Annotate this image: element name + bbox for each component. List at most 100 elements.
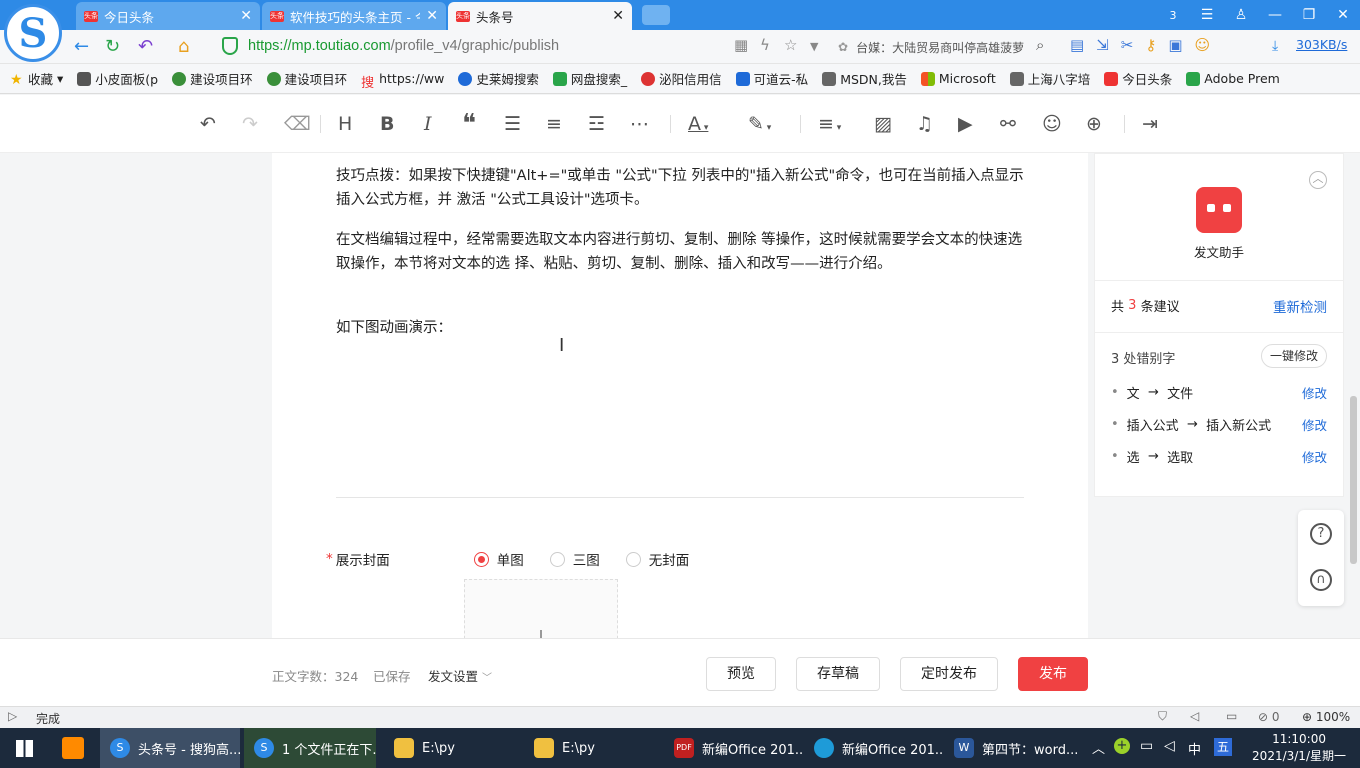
publish-settings-dropdown[interactable]: 发文设置 ﹀ [428, 666, 492, 685]
scissors-icon[interactable]: ✂ [1121, 36, 1134, 54]
music-icon[interactable]: ♫ [916, 112, 933, 136]
zoom-control[interactable]: ⊕ 100% [1302, 710, 1350, 724]
skin-icon[interactable]: ♙ [1224, 7, 1258, 23]
heading-icon[interactable]: H [338, 112, 352, 136]
network-icon[interactable]: ▭ [1140, 738, 1153, 754]
divider-icon[interactable]: ☲ [588, 112, 605, 136]
page-scrollbar[interactable] [1350, 396, 1357, 564]
refresh-icon[interactable]: ↻ [105, 36, 120, 57]
fix-item-button[interactable]: 修改 [1302, 447, 1327, 466]
ime-mode[interactable]: 中 [1188, 739, 1201, 758]
cover-option-single[interactable]: 单图 [473, 549, 524, 569]
article-editor[interactable]: 技巧点拨：如果按下快捷键"Alt+="或单击 "公式"下拉 列表中的"插入新公式… [272, 153, 1088, 638]
download-icon[interactable]: ⤓ [1272, 38, 1278, 54]
windows-start-icon[interactable] [16, 740, 33, 757]
taskbar-item-download[interactable]: S1 个文件正在下... [244, 728, 376, 768]
taskbar-item-word[interactable]: W 第四节：word... [944, 728, 1084, 768]
image-icon[interactable]: ▨ [874, 112, 892, 136]
help-icon[interactable]: ? [1310, 523, 1332, 545]
play-icon[interactable]: ▷ [8, 709, 17, 723]
close-window-icon[interactable]: ✕ [1326, 7, 1360, 23]
url-field[interactable]: https://mp.toutiao.com/profile_v4/graphi… [248, 38, 559, 54]
video-icon[interactable]: ▶ [958, 112, 973, 136]
window-icon[interactable]: ▣ [1168, 36, 1182, 54]
import-doc-icon[interactable]: ⇥ [1142, 112, 1158, 136]
search-box[interactable]: ✿ 台媒：大陆贸易商叫停高雄菠萝 [838, 34, 1058, 60]
calendar-icon[interactable]: ▤ [1070, 36, 1084, 54]
article-paragraph-3[interactable]: 如下图动画演示： [336, 317, 1024, 341]
sublime-text-icon[interactable] [62, 737, 84, 759]
bullet-list-icon[interactable]: ☰ [504, 112, 521, 136]
close-icon[interactable]: ✕ [240, 8, 252, 24]
lightning-icon[interactable]: ϟ [760, 36, 770, 54]
download-import-icon[interactable]: ⇲ [1096, 36, 1109, 54]
bookmark-item[interactable]: 小皮面板(p [77, 69, 158, 88]
smile-icon[interactable]: ☺ [1195, 36, 1211, 54]
highlight-icon[interactable]: ✎ ▾ [748, 112, 771, 140]
bookmark-item[interactable]: Adobe Prem [1186, 71, 1280, 86]
article-paragraph-2[interactable]: 在文档编辑过程中，经常需要选取文本内容进行剪切、复制、删除 等操作，这时候就需要… [336, 229, 1024, 276]
ime-wubi-icon[interactable]: 五 [1214, 738, 1232, 756]
publish-button[interactable]: 发布 [1018, 657, 1088, 691]
emoji-icon[interactable]: ☺ [1042, 112, 1062, 136]
taskbar-item-pdf[interactable]: PDF 新编Office 201... [664, 728, 804, 768]
link-icon[interactable]: ⚯ [1000, 112, 1016, 136]
quote-icon[interactable]: ❝ [462, 111, 476, 137]
cover-upload-box[interactable] [464, 579, 618, 638]
close-icon[interactable]: ✕ [426, 8, 438, 24]
eraser-icon[interactable]: ⌫ [284, 112, 311, 136]
volume-icon[interactable]: ◁ [1190, 709, 1199, 723]
font-color-icon[interactable]: A ▾ [688, 112, 708, 140]
close-icon[interactable]: ✕ [612, 8, 624, 24]
fix-item-button[interactable]: 修改 [1302, 415, 1327, 434]
bookmark-item[interactable]: 网盘搜索_ [552, 69, 627, 88]
apps-grid-icon[interactable]: ▦ [734, 36, 748, 54]
bookmark-item[interactable]: 建设项目环 [266, 69, 347, 88]
bookmark-item[interactable]: 上海八字培 [1009, 69, 1090, 88]
taskbar-item-folder[interactable]: E:\py [384, 728, 524, 768]
bookmark-item[interactable]: 可道云-私 [735, 69, 808, 88]
home-icon[interactable]: ⌂ [178, 36, 189, 57]
bold-icon[interactable]: B [380, 112, 394, 136]
save-draft-button[interactable]: 存草稿 [796, 657, 880, 691]
tab-profile[interactable]: 头条 软件技巧的头条主页 - 今 ✕ [262, 2, 446, 30]
cover-option-none[interactable]: 无封面 [625, 549, 689, 569]
article-paragraph-1[interactable]: 技巧点拨：如果按下快捷键"Alt+="或单击 "公式"下拉 列表中的"插入新公式… [336, 165, 1024, 212]
tray-add-icon[interactable]: + [1114, 738, 1130, 754]
bookmark-item[interactable]: 搜 https://ww [361, 71, 444, 91]
insert-card-icon[interactable]: ⊕ [1086, 112, 1102, 136]
search-icon[interactable]: ⌕ [1036, 36, 1044, 54]
more-icon[interactable]: ⋯ [630, 112, 649, 136]
bookmark-item[interactable]: Microsoft [920, 71, 996, 86]
bookmark-item[interactable]: 泌阳信用信 [641, 69, 722, 88]
preview-button[interactable]: 预览 [706, 657, 776, 691]
tab-toutiao-home[interactable]: 头条 今日头条 ✕ [76, 2, 260, 30]
align-icon[interactable]: ≡ ▾ [818, 112, 841, 140]
bookmark-favorites[interactable]: ★ 收藏 ▾ [10, 69, 63, 88]
fix-item-button[interactable]: 修改 [1302, 383, 1327, 402]
bookmark-item[interactable]: MSDN,我告 [822, 69, 907, 88]
chevron-down-icon[interactable]: ▼ [810, 40, 818, 53]
minimize-icon[interactable]: — [1258, 7, 1292, 23]
numbered-list-icon[interactable]: ≡ [546, 112, 562, 136]
tab-toutiao-publish[interactable]: 头条 头条号 ✕ [448, 2, 632, 30]
system-clock[interactable]: 11:10:00 2021/3/1/星期一 [1252, 731, 1346, 765]
taskbar-item-edge[interactable]: 新编Office 201... [804, 728, 944, 768]
italic-icon[interactable]: I [424, 112, 432, 136]
back-icon[interactable]: ← [74, 36, 89, 57]
fix-all-button[interactable]: 一键修改 [1260, 344, 1327, 368]
taskbar-item-browser[interactable]: S 头条号 - 搜狗高... [100, 728, 240, 768]
tray-chevron-up-icon[interactable]: ︿ [1092, 738, 1105, 757]
ad-block-counter[interactable]: ⊘ 0 [1258, 710, 1280, 724]
cover-option-triple[interactable]: 三图 [549, 549, 600, 569]
undo-icon[interactable]: ↶ [200, 112, 216, 136]
bookmark-item[interactable]: 建设项目环 [172, 69, 253, 88]
download-speed[interactable]: 303KB/s [1296, 37, 1347, 52]
redo-icon[interactable]: ↷ [242, 112, 258, 136]
star-icon[interactable]: ☆ [784, 36, 797, 54]
schedule-publish-button[interactable]: 定时发布 [900, 657, 998, 691]
key-icon[interactable]: ⚷ [1145, 36, 1156, 54]
security-shield-icon[interactable] [222, 37, 238, 55]
new-tab-button[interactable] [642, 5, 670, 25]
shield-check-icon[interactable]: ⛉ [1158, 709, 1167, 724]
